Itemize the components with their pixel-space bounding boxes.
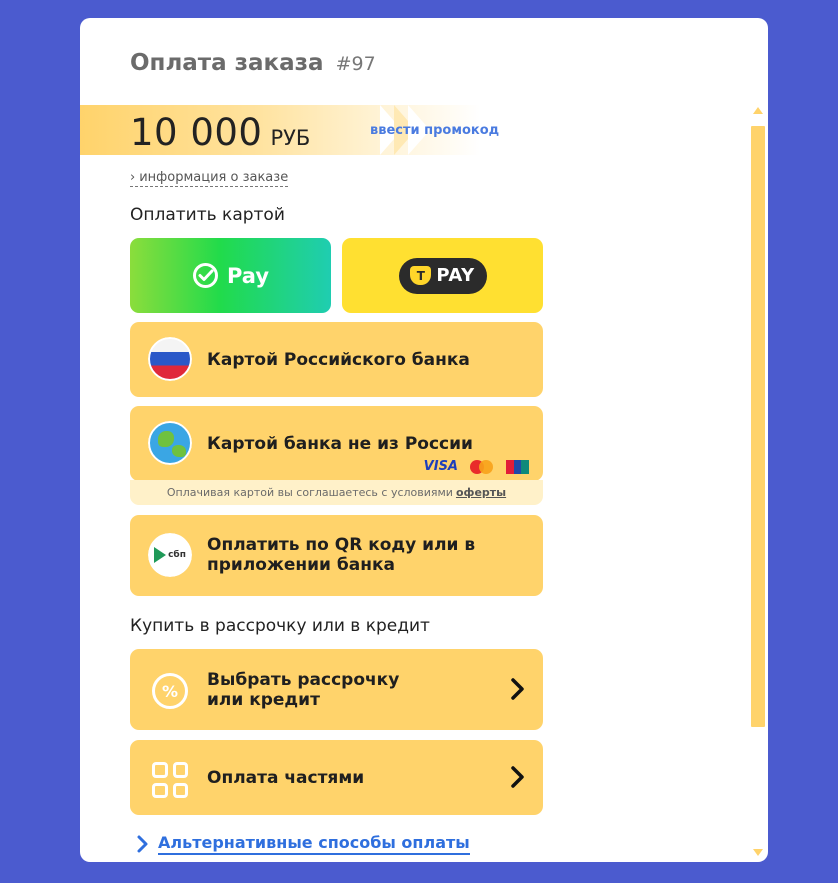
chevron-right-icon (137, 835, 148, 853)
chevron-right-icon: › (130, 170, 136, 185)
t-pay-label: PAY (436, 265, 475, 286)
installment-credit-button[interactable]: % Выбрать рассрочку или кредит (130, 649, 543, 730)
pay-by-card-heading: Оплатить картой (130, 205, 285, 225)
sber-pay-label: Pay (226, 263, 270, 288)
percent-badge-text: % (152, 673, 188, 709)
order-info-label: информация о заказе (139, 170, 289, 185)
pay-by-qr-button[interactable]: сбп Оплатить по QR коду или в приложении… (130, 515, 543, 596)
promo-code-link[interactable]: ввести промокод (370, 123, 499, 138)
card-logos: VISA (423, 459, 530, 474)
amount-value: 10 000 (130, 111, 263, 154)
globe-icon (148, 421, 192, 465)
sbp-icon: сбп (148, 533, 192, 577)
order-amount: 10 000 РУБ (130, 111, 310, 154)
scrollbar[interactable] (748, 105, 768, 858)
page-title: Оплата заказа (130, 50, 324, 76)
t-shield-icon: T (410, 266, 432, 285)
scroll-down-arrow-icon[interactable] (753, 849, 763, 856)
alternative-payment-label: Альтернативные способы оплаты (158, 833, 470, 855)
t-pay-button[interactable]: T PAY (342, 238, 543, 313)
t-pay-badge: T PAY (398, 257, 487, 294)
russia-flag-icon (148, 337, 192, 381)
chevron-right-icon (511, 766, 524, 788)
unionpay-icon (506, 459, 530, 474)
percent-badge-icon: % (148, 669, 192, 713)
oferta-text: Оплачивая картой вы соглашаетесь с услов… (166, 486, 453, 499)
payment-card: Оплата заказа #97 10 000 РУБ ввести пром… (80, 18, 768, 862)
chevron-right-icon (511, 678, 524, 700)
alternative-payment-link[interactable]: Альтернативные способы оплаты (136, 833, 470, 855)
installment-credit-label-line1: Выбрать рассрочку (207, 670, 400, 690)
sber-check-icon (192, 263, 218, 288)
pay-foreign-bank-card-button[interactable]: Картой банка не из России VISA (130, 406, 543, 481)
pay-in-parts-button[interactable]: Оплата частями (130, 740, 543, 815)
scroll-up-arrow-icon[interactable] (753, 107, 763, 114)
installment-credit-label-line2: или кредит (207, 690, 320, 710)
title-row: Оплата заказа #97 (130, 50, 376, 76)
scroll-thumb[interactable] (751, 126, 765, 727)
amount-currency: РУБ (270, 126, 311, 150)
pay-by-qr-label-line2: приложении банка (207, 555, 395, 575)
grid-icon (148, 758, 192, 802)
pay-in-parts-label: Оплата частями (207, 768, 365, 788)
sber-pay-button[interactable]: Pay (130, 238, 331, 313)
pay-foreign-bank-card-label: Картой банка не из России (207, 434, 473, 454)
installment-credit-label: Выбрать рассрочку или кредит (207, 670, 399, 710)
oferta-link[interactable]: оферты (456, 486, 506, 499)
installment-heading: Купить в рассрочку или в кредит (130, 616, 430, 636)
pay-by-qr-label-line1: Оплатить по QR коду или в (207, 535, 476, 555)
order-info-link[interactable]: › информация о заказе (130, 170, 289, 187)
pay-russian-bank-card-label: Картой Российского банка (207, 350, 470, 370)
pay-russian-bank-card-button[interactable]: Картой Российского банка (130, 322, 543, 397)
pay-by-qr-label: Оплатить по QR коду или в приложении бан… (207, 535, 475, 575)
oferta-notice: Оплачивая картой вы соглашаетесь с услов… (130, 480, 543, 505)
order-number: #97 (335, 53, 376, 75)
mastercard-icon (470, 459, 496, 474)
sbp-icon-text: сбп (168, 550, 186, 560)
visa-logo: VISA (423, 459, 458, 474)
